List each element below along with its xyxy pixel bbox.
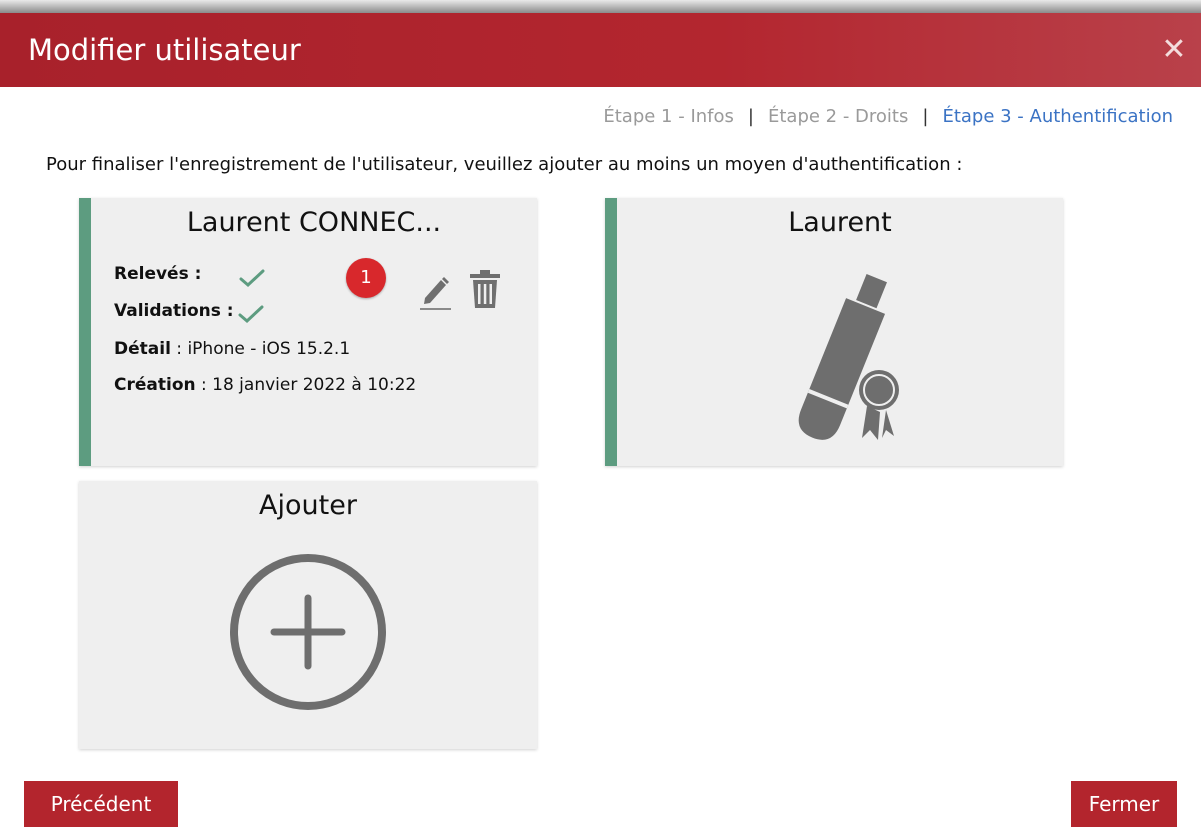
- step-droits[interactable]: Étape 2 - Droits: [768, 106, 908, 127]
- card-title: Ajouter: [259, 490, 357, 521]
- validations-row: Validations :: [114, 301, 234, 321]
- card-title: Laurent CONNEC...: [186, 207, 442, 238]
- add-auth-card[interactable]: Ajouter: [79, 481, 537, 749]
- check-icon: [239, 269, 265, 288]
- step-infos[interactable]: Étape 1 - Infos: [603, 106, 734, 127]
- close-button[interactable]: Fermer: [1071, 781, 1177, 827]
- releves-row: Relevés :: [114, 264, 201, 284]
- auth-card-device[interactable]: Laurent CONNEC... Relevés : Validations …: [79, 198, 537, 466]
- detail-label: Détail: [114, 339, 171, 359]
- intro-text: Pour finaliser l'enregistrement de l'uti…: [46, 154, 963, 175]
- card-title: Laurent: [788, 207, 892, 238]
- creation-row: Création : 18 janvier 2022 à 10:22: [114, 375, 416, 395]
- detail-row: Détail : iPhone - iOS 15.2.1: [114, 339, 350, 359]
- window-top-strip: [0, 0, 1201, 13]
- validations-label: Validations :: [114, 301, 234, 321]
- step-separator: |: [747, 106, 754, 127]
- releves-label: Relevés :: [114, 264, 202, 284]
- notification-badge: 1: [346, 258, 386, 298]
- dialog-title: Modifier utilisateur: [28, 33, 301, 67]
- step-authentification[interactable]: Étape 3 - Authentification: [942, 106, 1173, 127]
- usb-certificate-icon: [798, 274, 899, 440]
- wizard-steps: Étape 1 - Infos | Étape 2 - Droits | Étape 3…: [603, 106, 1173, 127]
- previous-button[interactable]: Précédent: [24, 781, 178, 827]
- pencil-icon[interactable]: [417, 272, 453, 312]
- check-icon: [238, 305, 264, 324]
- close-icon[interactable]: ✕: [1159, 35, 1189, 65]
- plus-circle-icon[interactable]: [227, 551, 389, 713]
- auth-card-certificate[interactable]: Laurent: [605, 198, 1063, 466]
- dialog-header: Modifier utilisateur ✕: [0, 13, 1201, 87]
- step-separator: |: [922, 106, 929, 127]
- creation-value: : 18 janvier 2022 à 10:22: [195, 375, 417, 395]
- trash-icon[interactable]: [467, 268, 503, 312]
- detail-value: : iPhone - iOS 15.2.1: [170, 339, 351, 359]
- creation-label: Création: [114, 375, 196, 395]
